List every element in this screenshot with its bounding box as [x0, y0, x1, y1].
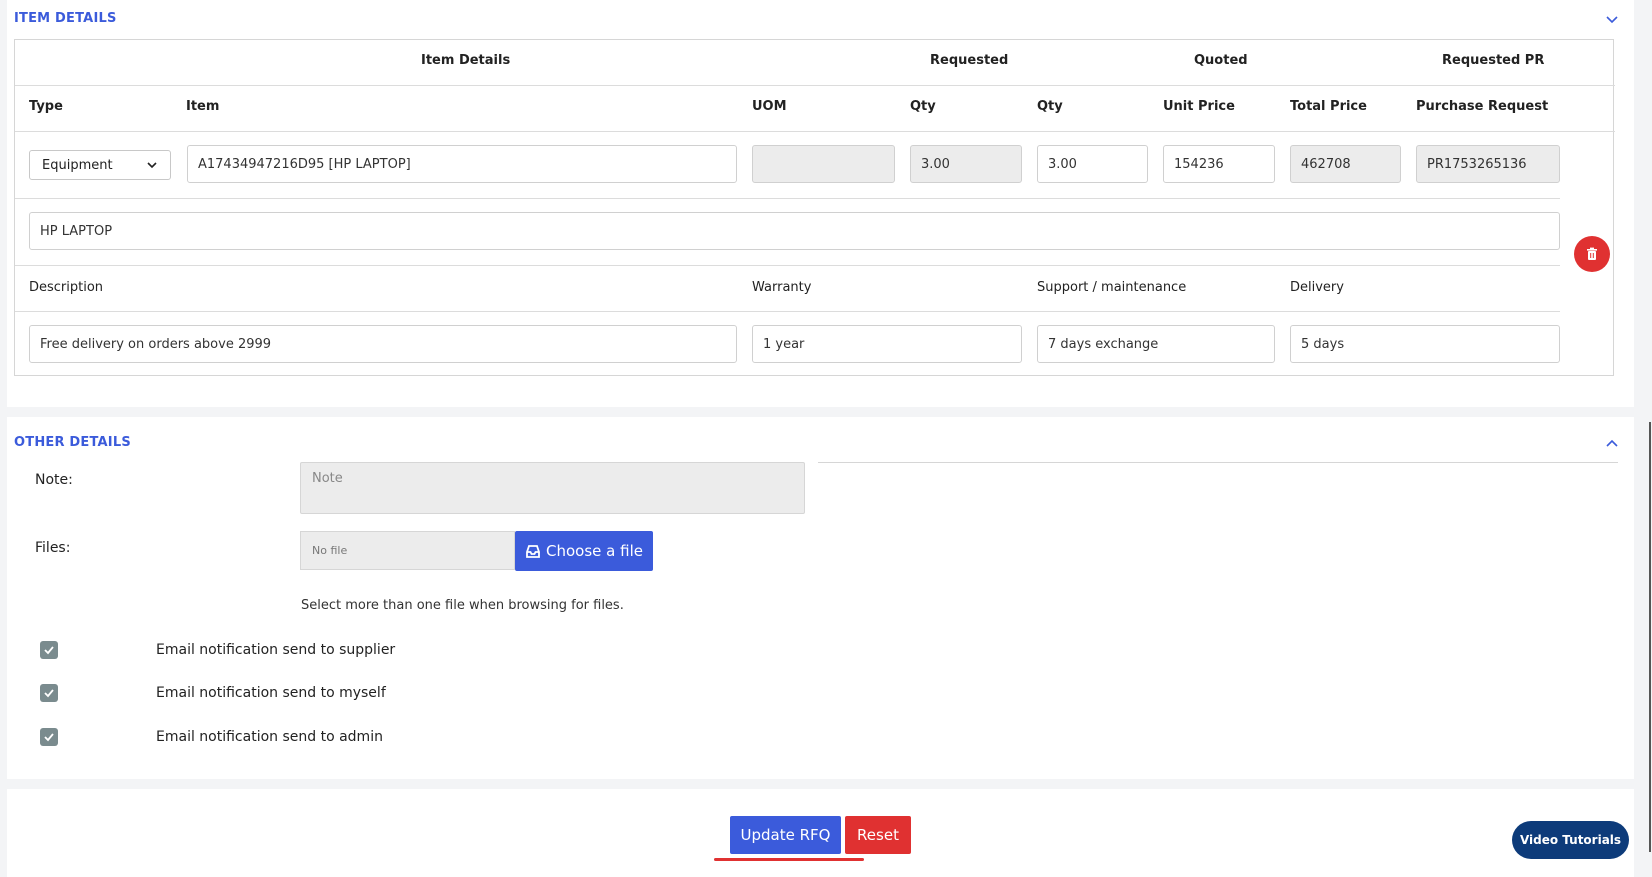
header-requested: Requested — [930, 53, 1009, 68]
col-description: Description — [29, 280, 104, 295]
chevron-down-icon[interactable] — [1604, 11, 1620, 27]
check-icon — [44, 689, 54, 698]
quoted-qty-input[interactable]: 3.00 — [1037, 145, 1148, 183]
chevron-up-icon[interactable] — [1604, 436, 1620, 452]
reset-button[interactable]: Reset — [845, 816, 911, 854]
scrollbar[interactable] — [1649, 422, 1651, 852]
unit-price-input[interactable]: 154236 — [1163, 145, 1275, 183]
other-details-title: OTHER DETAILS — [14, 435, 131, 450]
warranty-input[interactable]: 1 year — [752, 325, 1022, 363]
check-icon — [44, 733, 54, 742]
red-underline-annotation — [714, 858, 864, 861]
delete-row-button[interactable] — [1574, 236, 1610, 272]
files-hint: Select more than one file when browsing … — [301, 598, 624, 613]
col-type: Type — [29, 99, 63, 114]
total-price-input: 462708 — [1290, 145, 1401, 183]
col-unit-price: Unit Price — [1163, 99, 1235, 114]
header-quoted: Quoted — [1194, 53, 1248, 68]
col-item: Item — [186, 99, 220, 114]
check-icon — [44, 646, 54, 655]
choose-file-label: Choose a file — [546, 542, 643, 560]
col-support: Support / maintenance — [1037, 280, 1187, 295]
files-label: Files: — [35, 540, 71, 556]
header-requested-pr: Requested PR — [1442, 53, 1545, 68]
delivery-input[interactable]: 5 days — [1290, 325, 1560, 363]
uom-input — [752, 145, 895, 183]
checkbox-myself[interactable] — [40, 684, 58, 702]
chevron-down-icon — [147, 162, 157, 169]
col-purchase-request: Purchase Request — [1416, 99, 1549, 114]
col-total-price: Total Price — [1290, 99, 1367, 114]
checkbox-myself-label: Email notification send to myself — [156, 685, 386, 701]
col-warranty: Warranty — [752, 280, 812, 295]
checkbox-supplier-label: Email notification send to supplier — [156, 642, 396, 658]
col-delivery: Delivery — [1290, 280, 1344, 295]
choose-file-button[interactable]: Choose a file — [515, 531, 653, 571]
col-quoted-qty: Qty — [1037, 99, 1063, 114]
trash-icon — [1587, 247, 1597, 260]
divider — [818, 462, 1618, 463]
item-name-input[interactable]: HP LAPTOP — [29, 212, 1560, 250]
purchase-request-input: PR1753265136 — [1416, 145, 1560, 183]
support-input[interactable]: 7 days exchange — [1037, 325, 1275, 363]
item-input[interactable]: A17434947216D95 [HP LAPTOP] — [187, 145, 737, 183]
req-qty-input: 3.00 — [910, 145, 1022, 183]
file-status: No file — [300, 531, 515, 570]
description-input[interactable]: Free delivery on orders above 2999 — [29, 325, 737, 363]
note-textarea[interactable]: Note — [300, 462, 805, 514]
checkbox-admin[interactable] — [40, 728, 58, 746]
other-details-card — [7, 417, 1634, 779]
inbox-icon — [526, 545, 540, 558]
video-tutorials-button[interactable]: Video Tutorials — [1512, 821, 1629, 859]
item-details-title: ITEM DETAILS — [14, 11, 117, 26]
checkbox-supplier[interactable] — [40, 641, 58, 659]
col-req-qty: Qty — [910, 99, 936, 114]
type-select-value: Equipment — [42, 157, 113, 173]
header-item-details: Item Details — [421, 53, 511, 68]
type-select[interactable]: Equipment — [29, 150, 171, 180]
col-uom: UOM — [752, 99, 787, 114]
update-rfq-button[interactable]: Update RFQ — [730, 816, 841, 854]
checkbox-admin-label: Email notification send to admin — [156, 729, 383, 745]
note-label: Note: — [35, 472, 73, 488]
